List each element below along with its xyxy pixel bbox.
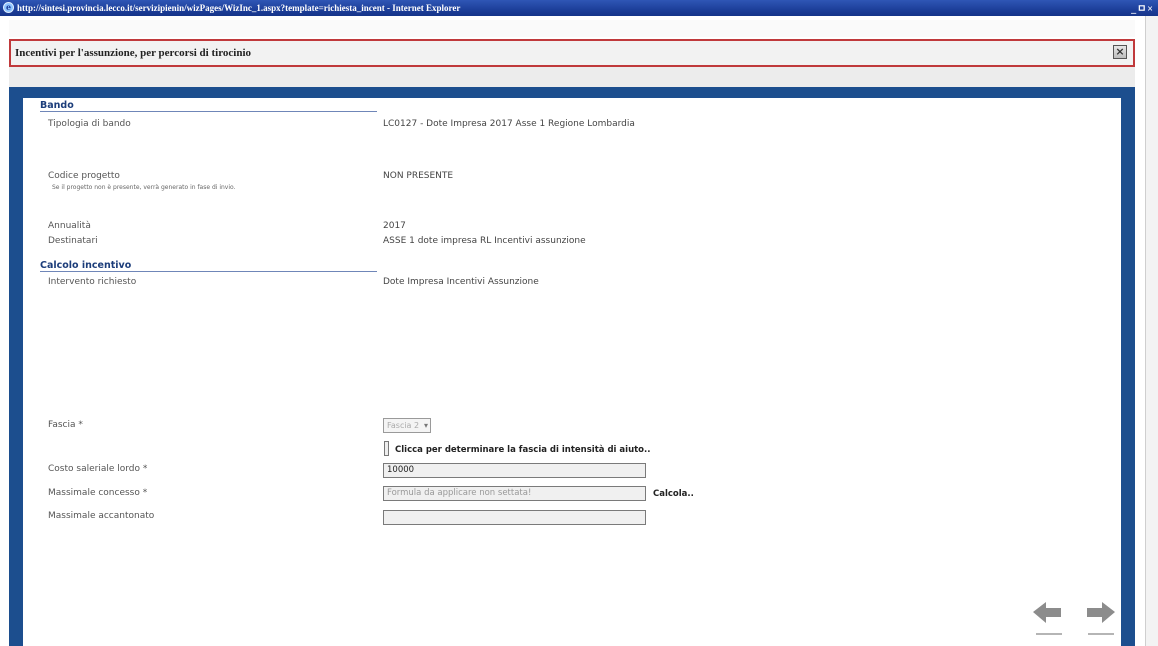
- section-divider: [40, 271, 377, 272]
- chevron-down-icon: ▾: [423, 421, 428, 430]
- intervento-label: Intervento richiesto: [48, 277, 137, 287]
- intervento-value: Dote Impresa Incentivi Assunzione: [383, 277, 539, 287]
- window-controls[interactable]: _ㅁ×: [1131, 2, 1154, 16]
- arrow-left-icon[interactable]: [1031, 598, 1065, 638]
- arrow-right-icon[interactable]: [1083, 598, 1117, 638]
- destinatari-value: ASSE 1 dote impresa RL Incentivi assunzi…: [383, 236, 586, 246]
- browser-title-bar: e http://sintesi.provincia.lecco.it/servi…: [0, 0, 1158, 16]
- costo-input[interactable]: 10000: [383, 463, 646, 478]
- codice-progetto-value: NON PRESENTE: [383, 171, 454, 181]
- section-calcolo-title: Calcolo incentivo: [40, 260, 132, 271]
- section-divider: [40, 111, 377, 112]
- dialog-header: Incentivi per l'assunzione, per percorsi…: [9, 39, 1135, 67]
- tipologia-value: LC0127 - Dote Impresa 2017 Asse 1 Region…: [383, 119, 635, 129]
- annualita-value: 2017: [383, 221, 406, 231]
- massimale-label: Massimale concesso *: [48, 488, 148, 498]
- calcola-link[interactable]: Calcola..: [653, 489, 694, 499]
- fascia-label: Fascia *: [48, 420, 83, 430]
- header-spacer: [9, 67, 1135, 87]
- accantonato-label: Massimale accantonato: [48, 511, 155, 521]
- browser-title: http://sintesi.provincia.lecco.it/serviz…: [17, 3, 461, 13]
- dialog-title: Incentivi per l'assunzione, per percorsi…: [15, 47, 251, 59]
- fascia-checkbox[interactable]: [384, 441, 389, 456]
- annualita-label: Annualità: [48, 221, 91, 231]
- fascia-select[interactable]: Fascia 2 ▾: [383, 418, 431, 433]
- codice-progetto-note: Se il progetto non è presente, verrà gen…: [52, 184, 236, 191]
- fascia-link[interactable]: Clicca per determinare la fascia di inte…: [395, 445, 650, 455]
- massimale-input[interactable]: Formula da applicare non settata!: [383, 486, 646, 501]
- wizard-panel: Bando Tipologia di bando LC0127 - Dote I…: [23, 98, 1121, 646]
- costo-label: Costo saleriale lordo *: [48, 464, 148, 474]
- codice-progetto-label: Codice progetto: [48, 171, 120, 181]
- dialog-top-area: [9, 20, 1135, 37]
- tipologia-label: Tipologia di bando: [48, 119, 131, 129]
- accantonato-input[interactable]: [383, 510, 646, 525]
- close-icon[interactable]: ×: [1113, 45, 1127, 59]
- fascia-selected: Fascia 2: [387, 421, 420, 430]
- internet-explorer-icon: e: [3, 2, 14, 13]
- window-edge: [1145, 16, 1158, 646]
- destinatari-label: Destinatari: [48, 236, 98, 246]
- section-bando-title: Bando: [40, 100, 74, 111]
